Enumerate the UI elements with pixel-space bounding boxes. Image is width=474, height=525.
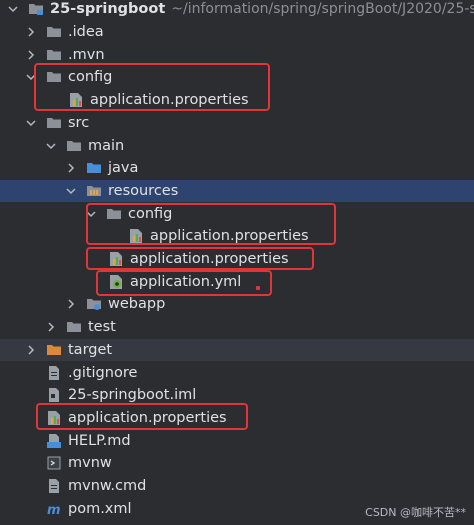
tree-row-main[interactable]: main [0,134,474,157]
tree-item-label: HELP.md [68,432,131,449]
text-file-icon [46,365,62,381]
tree-row-config[interactable]: config [0,66,474,89]
tree-item-label: .idea [68,24,104,41]
properties-file-icon [128,228,144,244]
iml-file-icon [46,387,62,403]
tree-row-test[interactable]: test [0,316,474,339]
project-path: ~/information/spring/springBoot/J2020/25… [171,1,474,18]
project-name: 25-springboot [50,1,166,18]
tree-item-label: config [128,205,173,222]
tree-item-label: config [68,69,113,86]
chevron-right-icon[interactable] [44,320,58,334]
folder-icon [66,319,82,335]
tree-row-root[interactable]: 25-springboot ~/information/spring/sprin… [0,0,474,21]
tree-item-label: src [68,114,90,131]
tree-row-help-md[interactable]: HELP.md [0,429,474,452]
tree-item-label: application.properties [90,92,249,109]
tree-item-label: application.yml [130,273,242,290]
tree-item-label: mvnw [68,455,112,472]
svg-text:m: m [47,503,61,517]
tree-row-gitignore[interactable]: .gitignore [0,361,474,384]
tree-row-java[interactable]: java [0,157,474,180]
tree-row-target[interactable]: target [0,338,474,362]
tree-item-label: .mvn [68,46,105,63]
tree-item-label: target [68,341,113,358]
chevron-right-icon[interactable] [64,161,78,175]
tree-item-label: pom.xml [68,500,132,517]
chevron-down-icon[interactable] [64,184,78,198]
tree-row-iml[interactable]: 25-springboot.iml [0,384,474,407]
tree-row-resources-config[interactable]: config [0,202,474,225]
chevron-down-icon[interactable] [24,116,38,130]
tree-row-application-yml[interactable]: application.yml [0,270,474,293]
folder-icon [46,24,62,40]
chevron-down-icon[interactable] [84,207,98,221]
folder-icon [46,115,62,131]
tree-item-label: 25-springboot.iml [68,387,197,404]
tree-item-label: java [108,160,139,177]
tree-row-mvnw-cmd[interactable]: mvnw.cmd [0,475,474,498]
folder-icon [106,206,122,222]
tree-row-mvn[interactable]: .mvn [0,43,474,66]
web-folder-icon [86,296,102,312]
tree-item-label: webapp [108,296,166,313]
text-file-icon [46,478,62,494]
tree-item-label: application.properties [150,228,309,245]
tree-item-label: .gitignore [68,364,138,381]
tree-item-label: mvnw.cmd [68,478,147,495]
tree-item-label: application.properties [68,409,227,426]
folder-icon [46,69,62,85]
tree-row-resources-application-properties[interactable]: application.properties [0,248,474,271]
excluded-folder-icon [46,342,62,358]
folder-icon [66,138,82,154]
chevron-right-icon[interactable] [24,343,38,357]
chevron-right-icon[interactable] [24,25,38,39]
tree-row-mvnw[interactable]: mvnw [0,452,474,475]
spring-yml-file-icon [108,274,124,290]
properties-file-icon [108,251,124,267]
tree-row-idea[interactable]: .idea [0,21,474,44]
source-folder-icon [86,160,102,176]
tree-row-webapp[interactable]: webapp [0,293,474,316]
tree-item-label: application.properties [130,251,289,268]
folder-icon [46,47,62,63]
chevron-down-icon[interactable] [44,139,58,153]
tree-item-label: main [88,137,125,154]
annotation-dot [256,286,260,290]
chevron-right-icon[interactable] [64,297,78,311]
properties-file-icon [68,92,84,108]
tree-row-config-application-properties[interactable]: application.properties [0,89,474,112]
tree-item-label: test [88,319,116,336]
shell-script-icon [46,455,62,471]
properties-file-icon [46,410,62,426]
tree-item-label: resources [108,182,179,199]
tree-row-resources[interactable]: resources [0,179,474,203]
module-folder-icon [28,1,44,17]
tree-row-root-application-properties[interactable]: application.properties [0,407,474,430]
markdown-file-icon [46,433,62,449]
resources-folder-icon [86,183,102,199]
chevron-right-icon[interactable] [24,48,38,62]
tree-row-resources-config-application-properties[interactable]: application.properties [0,225,474,248]
tree-row-src[interactable]: src [0,112,474,135]
chevron-down-icon[interactable] [24,70,38,84]
maven-pom-icon: m [46,501,62,517]
watermark: CSDN @咖啡不苦** [365,506,466,519]
chevron-down-icon[interactable] [6,2,20,16]
